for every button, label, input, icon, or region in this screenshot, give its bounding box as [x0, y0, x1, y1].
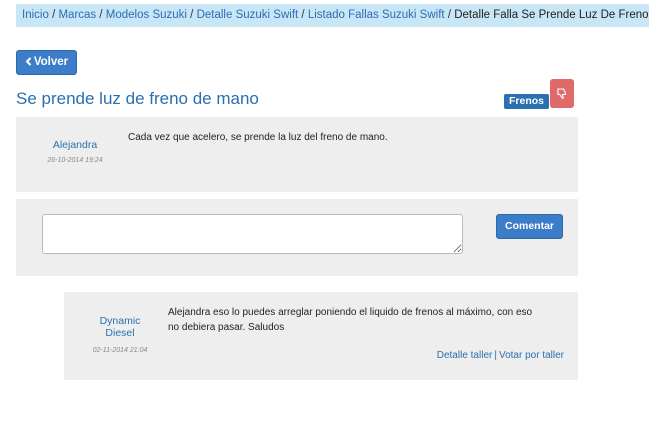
answer-text-line: Alejandra eso lo puedes arreglar poniend…	[168, 307, 533, 318]
answer-date: 02-11-2014 21:04	[92, 347, 148, 354]
answer-text: Alejandra eso lo puedes arreglar poniend…	[168, 305, 568, 335]
breadcrumb-link-listado-fallas[interactable]: Listado Fallas Suzuki Swift	[308, 9, 445, 21]
answer-text-line: no debiera pasar. Saludos	[168, 322, 285, 333]
breadcrumb-current: Detalle Falla Se Prende Luz De Freno De …	[454, 9, 649, 21]
comment-input[interactable]	[42, 214, 463, 254]
issue-date: 26-10-2014 19:24	[47, 157, 103, 164]
breadcrumb-link-inicio[interactable]: Inicio	[22, 9, 49, 21]
breadcrumb-separator: /	[301, 9, 305, 21]
category-badge[interactable]: Frenos	[504, 94, 550, 109]
dislike-button[interactable]	[550, 79, 574, 108]
back-button[interactable]: Volver	[16, 50, 77, 75]
answer-author-line: Diesel	[105, 327, 135, 339]
answer-author[interactable]: Dynamic Diesel	[88, 315, 152, 339]
workshop-detail-link[interactable]: Detalle taller	[437, 350, 493, 361]
chevron-left-icon	[25, 57, 32, 66]
breadcrumb-separator: /	[447, 9, 452, 21]
answer-links: Detalle taller | Votar por taller	[437, 350, 564, 361]
comment-button[interactable]: Comentar	[496, 214, 563, 239]
issue-author[interactable]: Alejandra	[40, 139, 110, 151]
breadcrumb-separator: /	[99, 9, 103, 21]
vote-workshop-link[interactable]: Votar por taller	[499, 350, 564, 361]
issue-panel: Alejandra 26-10-2014 19:24 Cada vez que …	[16, 117, 578, 192]
page-title: Se prende luz de freno de mano	[16, 89, 259, 108]
breadcrumb-link-modelos[interactable]: Modelos Suzuki	[106, 9, 187, 21]
breadcrumb-link-detalle-modelo[interactable]: Detalle Suzuki Swift	[197, 9, 299, 21]
answer-panel: Dynamic Diesel 02-11-2014 21:04 Alejandr…	[64, 292, 578, 380]
answer-author-line: Dynamic	[99, 315, 141, 327]
issue-text: Cada vez que acelero, se prende la luz d…	[128, 132, 388, 143]
breadcrumb-separator: /	[190, 9, 194, 21]
breadcrumb-separator: /	[52, 9, 56, 21]
back-button-label: Volver	[33, 56, 69, 68]
link-separator: |	[494, 350, 497, 361]
thumbs-down-icon	[557, 88, 567, 99]
comment-form: Comentar	[16, 199, 578, 276]
breadcrumb-link-marcas[interactable]: Marcas	[58, 9, 96, 21]
breadcrumb: Inicio / Marcas / Modelos Suzuki / Detal…	[16, 4, 649, 27]
